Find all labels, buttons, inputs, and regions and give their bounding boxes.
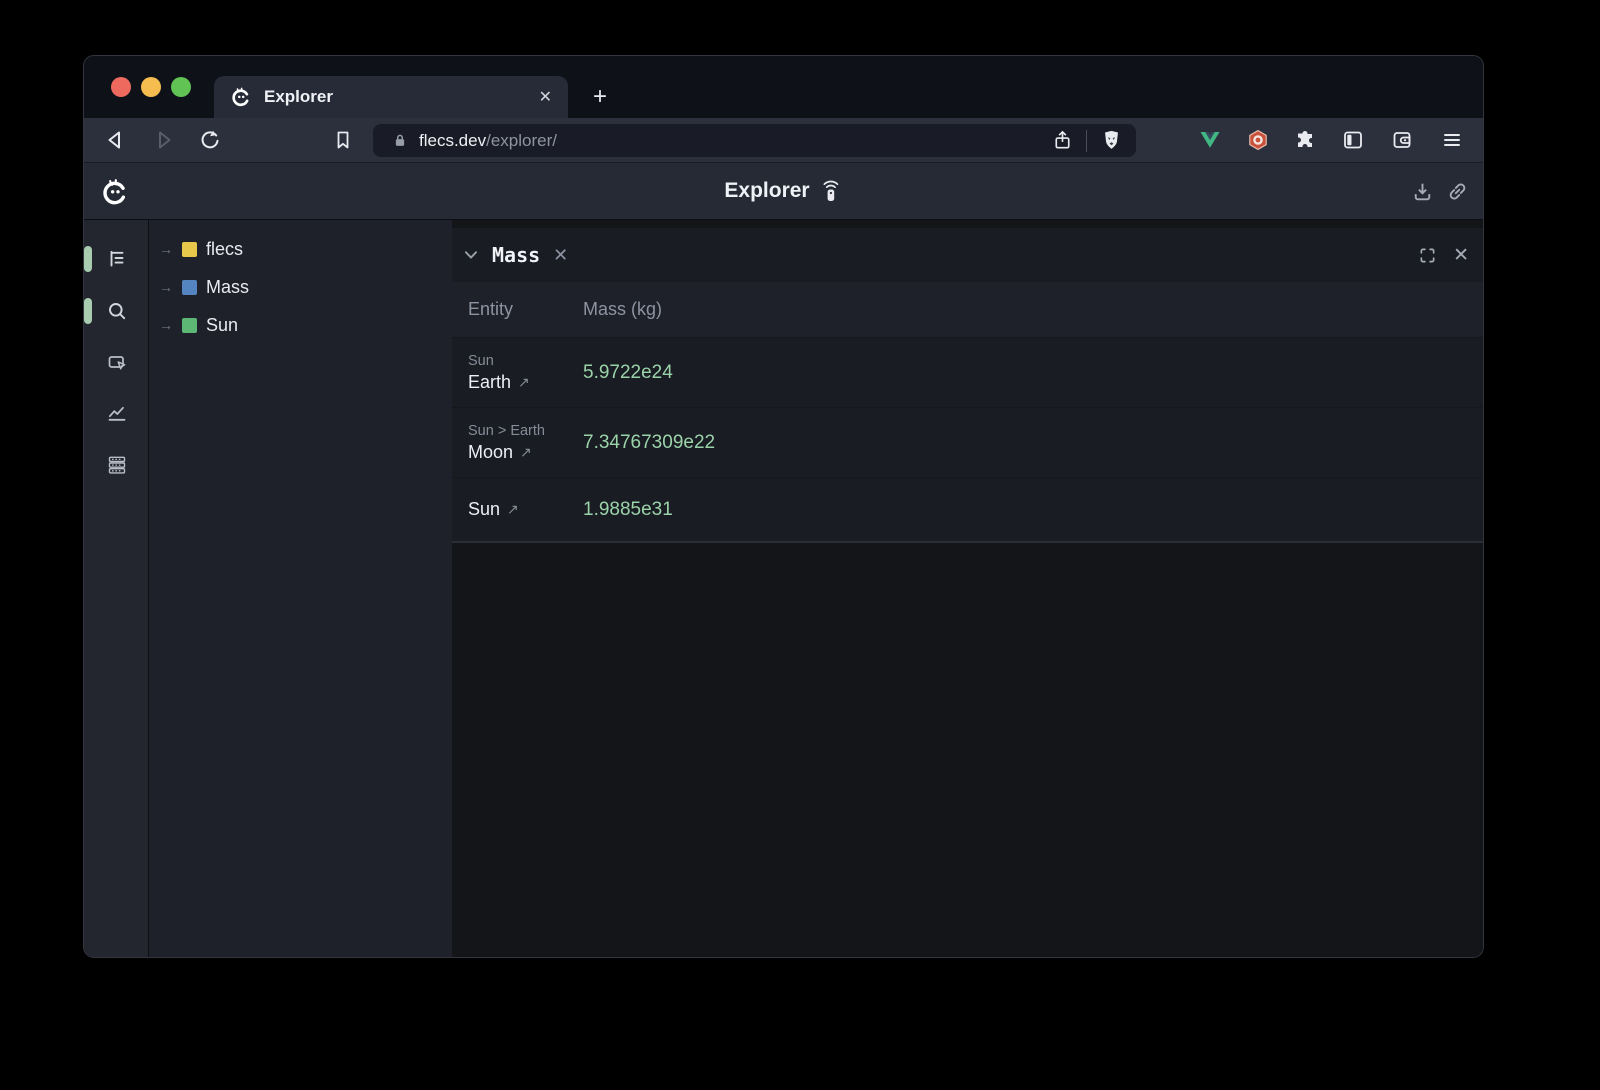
entity-link[interactable]: Sun ↗ — [468, 499, 583, 520]
main-panel-area: Mass ✕ ✕ Entity Mass (kg) — [452, 220, 1483, 957]
component-color-swatch — [182, 280, 197, 295]
tree-item-label: flecs — [206, 239, 243, 260]
zoom-window-button[interactable] — [171, 77, 191, 97]
tab-title: Explorer — [264, 87, 333, 107]
entity-color-swatch — [182, 318, 197, 333]
open-entity-arrow-icon[interactable]: ↗ — [520, 444, 532, 461]
entity-cell: Sun Earth ↗ — [452, 344, 583, 402]
open-entity-arrow-icon[interactable]: ↗ — [518, 374, 530, 391]
url-path: /explorer/ — [486, 131, 557, 151]
expand-arrow-icon[interactable]: → — [159, 317, 182, 333]
chart-icon[interactable] — [105, 401, 129, 425]
menu-hamburger-icon[interactable] — [1440, 128, 1464, 152]
query-title[interactable]: Mass — [492, 243, 540, 267]
explorer-header: Explorer — [84, 162, 1483, 220]
address-bar[interactable]: flecs.dev/explorer/ — [373, 124, 1136, 157]
entity-parent-path: Sun — [468, 353, 583, 369]
tree-view-icon[interactable] — [105, 247, 129, 271]
tree-item-mass[interactable]: → Mass — [149, 268, 452, 306]
table-row: Sun ↗ 1.9885e31 — [452, 477, 1483, 541]
connection-remote-icon[interactable] — [819, 178, 843, 204]
panel-close-icon[interactable]: ✕ — [1453, 244, 1469, 267]
url-domain: flecs.dev — [419, 131, 486, 151]
flecs-favicon-icon — [230, 86, 252, 108]
tree-item-label: Sun — [206, 315, 238, 336]
browser-tab[interactable]: Explorer ✕ — [214, 76, 568, 118]
minimize-window-button[interactable] — [141, 77, 161, 97]
flecs-logo-icon[interactable] — [100, 177, 130, 207]
query-panel: Mass ✕ ✕ Entity Mass (kg) — [452, 228, 1483, 543]
vue-devtools-extension-icon[interactable] — [1198, 128, 1222, 152]
open-entity-arrow-icon[interactable]: ↗ — [507, 501, 519, 518]
mass-value: 5.9722e24 — [583, 362, 673, 384]
entity-link[interactable]: Moon ↗ — [468, 442, 583, 463]
screen: Explorer ✕ + — [0, 0, 1600, 1090]
tree-item-sun[interactable]: → Sun — [149, 306, 452, 344]
table-row: Sun Earth ↗ 5.9722e24 — [452, 337, 1483, 407]
hexagon-extension-icon[interactable] — [1246, 128, 1270, 152]
fullscreen-icon[interactable] — [1417, 245, 1438, 266]
page-title: Explorer — [724, 179, 809, 203]
lock-icon — [391, 132, 409, 150]
close-window-button[interactable] — [111, 77, 131, 97]
query-panel-header: Mass ✕ ✕ — [452, 228, 1483, 282]
entity-parent-path: Sun > Earth — [468, 423, 583, 439]
bookmark-button[interactable] — [331, 128, 355, 152]
download-icon[interactable] — [1410, 179, 1435, 204]
entity-cell: Sun ↗ — [452, 490, 583, 529]
refresh-button[interactable] — [198, 128, 222, 152]
window-controls — [111, 77, 191, 97]
sidebar-panel-icon[interactable] — [1341, 128, 1365, 152]
entity-name[interactable]: Earth — [468, 372, 511, 393]
expand-arrow-icon[interactable]: → — [159, 241, 182, 257]
new-tab-button[interactable]: + — [584, 81, 616, 113]
active-indicator-search — [84, 298, 92, 324]
entity-cell: Sun > Earth Moon ↗ — [452, 414, 583, 472]
inspect-cursor-icon[interactable] — [105, 351, 129, 375]
table-rows-icon[interactable] — [105, 453, 129, 477]
entity-name[interactable]: Sun — [468, 499, 500, 520]
divider — [1086, 130, 1087, 152]
explorer-content: → flecs → Mass → Sun — [84, 220, 1483, 957]
mass-value: 1.9885e31 — [583, 499, 673, 521]
entity-name[interactable]: Moon — [468, 442, 513, 463]
browser-window: Explorer ✕ + — [83, 55, 1484, 958]
chevron-down-icon[interactable] — [460, 244, 482, 266]
query-close-icon[interactable]: ✕ — [553, 245, 568, 266]
entity-tree-panel: → flecs → Mass → Sun — [149, 220, 452, 957]
link-icon[interactable] — [1445, 179, 1470, 204]
extensions-puzzle-icon[interactable] — [1293, 128, 1317, 152]
tree-item-flecs[interactable]: → flecs — [149, 230, 452, 268]
wallet-icon[interactable] — [1390, 128, 1414, 152]
share-icon[interactable] — [1051, 129, 1074, 152]
table-row: Sun > Earth Moon ↗ 7.34767309e22 — [452, 407, 1483, 477]
active-indicator-tree — [84, 246, 92, 272]
table-header-row: Entity Mass (kg) — [452, 282, 1483, 337]
mass-value: 7.34767309e22 — [583, 432, 715, 454]
tool-sidebar — [84, 220, 149, 957]
module-color-swatch — [182, 242, 197, 257]
browser-toolbar: flecs.dev/explorer/ — [84, 118, 1483, 162]
tab-close-icon[interactable]: ✕ — [539, 87, 552, 107]
tree-item-label: Mass — [206, 277, 249, 298]
brave-shield-icon[interactable] — [1099, 128, 1124, 153]
forward-button[interactable] — [151, 128, 175, 152]
back-button[interactable] — [104, 128, 128, 152]
browser-tab-bar: Explorer ✕ + — [84, 56, 1483, 118]
search-icon[interactable] — [105, 299, 129, 323]
entity-link[interactable]: Earth ↗ — [468, 372, 583, 393]
column-header-mass: Mass (kg) — [583, 299, 662, 320]
column-header-entity: Entity — [452, 299, 583, 320]
expand-arrow-icon[interactable]: → — [159, 279, 182, 295]
